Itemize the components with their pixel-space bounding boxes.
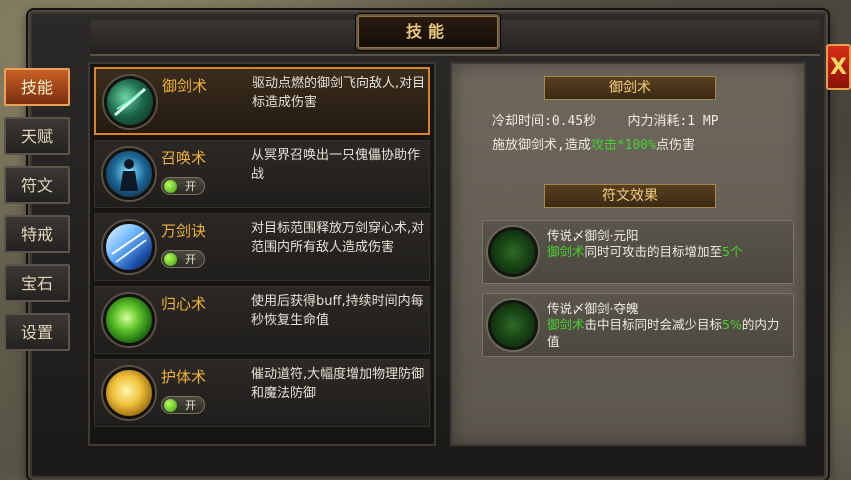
skill-name: 万剑诀 [161,222,207,240]
mana-cost-text: 内力消耗:1 MP [627,114,719,129]
cooldown-text: 冷却时间:0.45秒 [492,114,597,129]
tab-rune[interactable]: 符文 [4,166,70,204]
skill-description: 从冥界召唤出一只傀儡协助作战 [251,148,421,182]
toggle-knob [164,399,177,412]
rune-title: 传说〆御剑·元阳 [547,228,639,243]
skill-description: 对目标范围释放万剑穿心术,对范围内所有敌人造成伤害 [251,221,425,255]
rune-value: 5个 [722,244,743,259]
rune-emblem-icon [488,227,538,277]
skill-row-summon[interactable]: 召唤术 开 从冥界召唤出一只傀儡协助作战 [94,140,430,208]
tab-gem[interactable]: 宝石 [4,264,70,302]
rune-title: 传说〆御剑·夺魄 [547,301,639,316]
rune-section-title: 符文效果 [544,184,716,208]
skill-description: 催动道符,大幅度增加物理防御和魔法防御 [251,367,425,401]
toggle-label: 开 [185,180,196,193]
rune-value: 5% [722,317,742,332]
toggle-label: 开 [185,253,196,266]
effect-prefix: 施放御剑术,造成 [492,138,591,153]
rune-skill-name: 御剑术 [547,317,585,332]
auto-cast-toggle[interactable]: 开 [161,177,205,195]
skill-row-guixin[interactable]: 归心术 使用后获得buff,持续时间内每秒恢复生命值 [94,286,430,354]
ten-thousand-swords-icon [103,221,155,273]
sword-skill-icon [104,76,156,128]
rune-desc-text: 同时可攻击的目标增加至 [584,244,723,259]
close-button[interactable]: X [826,44,851,90]
heal-skill-icon [103,294,155,346]
skill-name: 归心术 [161,295,207,313]
tab-settings[interactable]: 设置 [4,313,70,351]
rune-row-yuanyang[interactable]: 传说〆御剑·元阳 御剑术同时可攻击的目标增加至5个 [482,220,794,284]
rune-skill-name: 御剑术 [547,244,585,259]
toggle-label: 开 [185,399,196,412]
skill-name: 御剑术 [162,77,208,95]
skill-name: 召唤术 [161,149,207,167]
auto-cast-toggle[interactable]: 开 [161,396,205,414]
protect-skill-icon [103,367,155,419]
skill-list: 御剑术 驱动点燃的御剑飞向敌人,对目标造成伤害 召唤术 开 从冥界召唤出一只傀儡… [88,62,436,446]
skill-description: 使用后获得buff,持续时间内每秒恢复生命值 [251,294,424,328]
effect-suffix: 点伤害 [655,138,695,153]
toggle-knob [164,253,177,266]
side-tab-bar: 技能 天赋 符文 特戒 宝石 设置 [4,68,70,362]
rune-description: 御剑术同时可攻击的目标增加至5个 [547,243,787,260]
skill-description: 驱动点燃的御剑飞向敌人,对目标造成伤害 [252,76,426,110]
window-title: 技能 [356,14,500,50]
skill-detail-panel: 御剑术 冷却时间:0.45秒 内力消耗:1 MP 施放御剑术,造成攻击*100%… [450,62,806,446]
skill-name: 护体术 [161,368,207,386]
skill-row-huti[interactable]: 护体术 开 催动道符,大幅度增加物理防御和魔法防御 [94,359,430,427]
rune-desc-text: 击中目标同时会减少目标 [584,317,723,332]
rune-description: 御剑术击中目标同时会减少目标5%的内力值 [547,316,787,350]
detail-skill-title: 御剑术 [544,76,716,100]
rune-emblem-icon [488,300,538,350]
tab-talent[interactable]: 天赋 [4,117,70,155]
effect-highlight: 攻击*100% [590,138,656,153]
tab-special-ring[interactable]: 特戒 [4,215,70,253]
auto-cast-toggle[interactable]: 开 [161,250,205,268]
skill-row-wanjian[interactable]: 万剑诀 开 对目标范围释放万剑穿心术,对范围内所有敌人造成伤害 [94,213,430,281]
tab-skills[interactable]: 技能 [4,68,70,106]
skill-row-yujian[interactable]: 御剑术 驱动点燃的御剑飞向敌人,对目标造成伤害 [94,67,430,135]
rune-row-duopo[interactable]: 传说〆御剑·夺魄 御剑术击中目标同时会减少目标5%的内力值 [482,293,794,357]
summon-skill-icon [103,148,155,200]
skill-stats: 冷却时间:0.45秒 内力消耗:1 MP [492,110,719,129]
toggle-knob [164,180,177,193]
skill-effect-text: 施放御剑术,造成攻击*100%点伤害 [492,134,695,153]
